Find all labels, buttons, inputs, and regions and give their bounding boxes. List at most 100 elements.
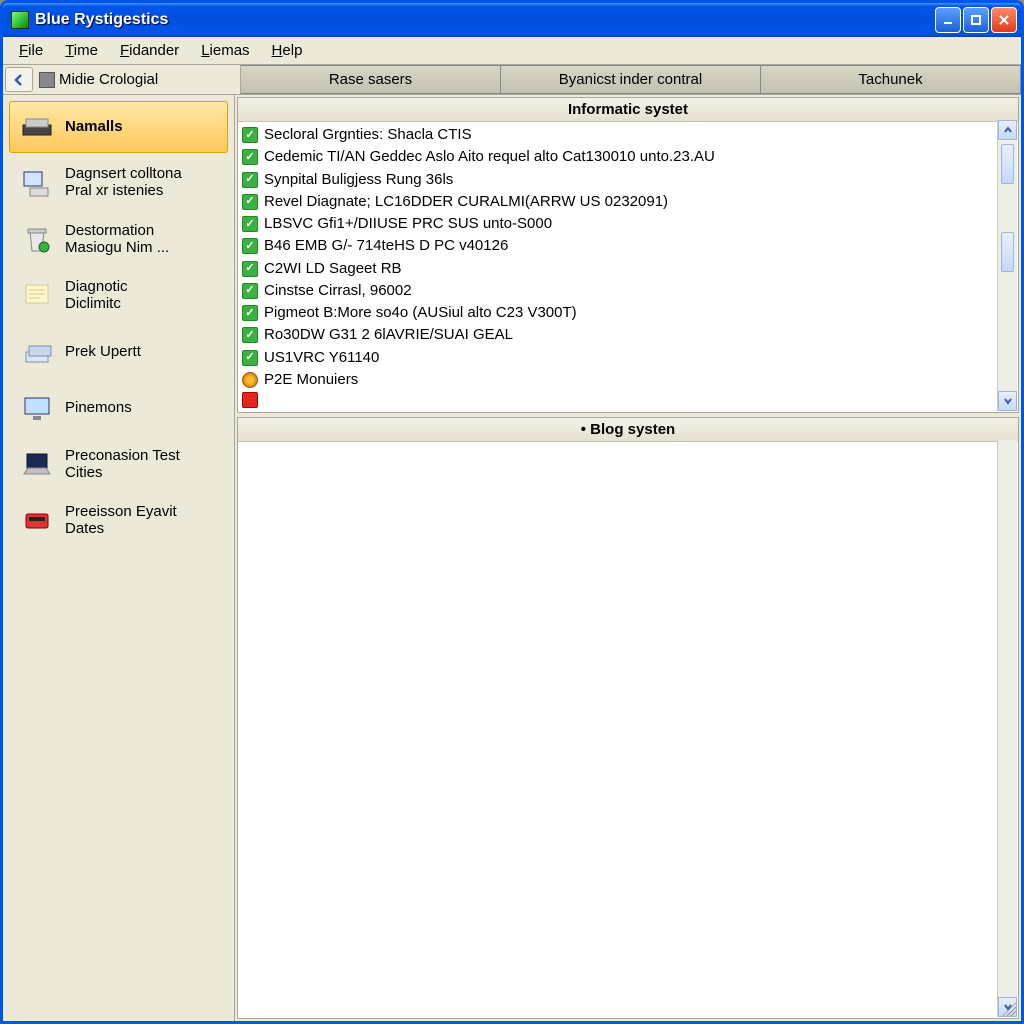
- menu-fidander[interactable]: Fidander: [110, 39, 189, 62]
- info-list[interactable]: Secloral Grgnties: Shacla CTISCedemic TI…: [238, 122, 1018, 412]
- scroll-thumb[interactable]: [1001, 144, 1014, 184]
- tab-tachunek[interactable]: Tachunek: [761, 65, 1021, 94]
- panel-top-title: Informatic systet: [238, 98, 1018, 122]
- check-icon: [242, 305, 258, 321]
- check-icon: [242, 172, 258, 188]
- window-controls: [935, 7, 1017, 33]
- list-item[interactable]: Cedemic TI/AN Geddec Aslo Aito requel al…: [242, 146, 1014, 168]
- bin-icon: [19, 222, 55, 256]
- check-icon: [242, 283, 258, 299]
- breadcrumb[interactable]: Midie Crologial: [35, 65, 241, 94]
- scroll-up-button[interactable]: [998, 120, 1017, 140]
- menu-help[interactable]: Help: [262, 39, 313, 62]
- nav-row: Midie Crologial Rase sasersByanicst inde…: [3, 65, 1021, 95]
- list-item[interactable]: Secloral Grgnties: Shacla CTIS: [242, 124, 1014, 146]
- scroll-down-button[interactable]: [998, 391, 1017, 411]
- list-item[interactable]: B46 EMB G/- 714teHS D PC v40126: [242, 235, 1014, 257]
- maximize-button[interactable]: [963, 7, 989, 33]
- check-icon: [242, 216, 258, 232]
- sidebar-item-destormation[interactable]: DestormationMasiogu Nim ...: [9, 212, 228, 267]
- sidebar-item-label: Preconasion TestCities: [65, 447, 218, 482]
- back-button[interactable]: [5, 67, 33, 92]
- tab-rase-sasers[interactable]: Rase sasers: [241, 65, 501, 94]
- panel-bottom: • Blog systen: [237, 417, 1019, 1019]
- list-item[interactable]: C2WI LD Sageet RB: [242, 258, 1014, 280]
- list-item[interactable]: P2E Monuiers: [242, 369, 1014, 391]
- check-icon: [242, 350, 258, 366]
- tabs-bar: Rase sasersByanicst inder contralTachune…: [241, 65, 1021, 94]
- close-button[interactable]: [991, 7, 1017, 33]
- sidebar-item-diagnotic[interactable]: DiagnoticDiclimitc: [9, 268, 228, 323]
- window-title: Blue Rystigestics: [35, 11, 935, 29]
- sidebar-item-pinemons[interactable]: Pinemons: [9, 381, 228, 435]
- sidebar-item-namalls[interactable]: Namalls: [9, 101, 228, 153]
- body: Namalls Dagnsert colltonaPral xr istenies…: [3, 95, 1021, 1021]
- error-icon: [242, 392, 258, 408]
- device-icon: [19, 503, 55, 537]
- check-icon: [242, 261, 258, 277]
- list-item[interactable]: Ro30DW G31 2 6lAVRIE/SUAI GEAL: [242, 324, 1014, 346]
- list-item[interactable]: Synpital Buligjess Rung 36ls: [242, 169, 1014, 191]
- sidebar-item-label: Preeisson EyavitDates: [65, 503, 218, 538]
- panel-bottom-title: • Blog systen: [238, 418, 1018, 442]
- list-item-text: Synpital Buligjess Rung 36ls: [264, 170, 453, 190]
- breadcrumb-label: Midie Crologial: [59, 71, 158, 88]
- menu-time[interactable]: Time: [55, 39, 108, 62]
- menu-file[interactable]: File: [9, 39, 53, 62]
- list-item-text: Cedemic TI/AN Geddec Aslo Aito requel al…: [264, 147, 715, 167]
- main-area: Informatic systet Secloral Grgnties: Sha…: [235, 95, 1021, 1021]
- app-icon: [11, 11, 29, 29]
- tab-byanicst-inder-contral[interactable]: Byanicst inder contral: [501, 65, 761, 94]
- pc-icon: [19, 165, 55, 199]
- list-item-text: B46 EMB G/- 714teHS D PC v40126: [264, 236, 508, 256]
- panel-top: Informatic systet Secloral Grgnties: Sha…: [237, 97, 1019, 413]
- sidebar-item-label: Dagnsert colltonaPral xr istenies: [65, 165, 218, 200]
- scrollbar[interactable]: [997, 440, 1017, 1017]
- list-item-text: Ro30DW G31 2 6lAVRIE/SUAI GEAL: [264, 325, 513, 345]
- list-item[interactable]: US1VRC Y61140: [242, 347, 1014, 369]
- scroll-thumb[interactable]: [1001, 232, 1014, 272]
- stack-icon: [19, 335, 55, 369]
- check-icon: [242, 149, 258, 165]
- check-icon: [242, 194, 258, 210]
- list-item-text: LBSVC Gfi1+/DIIUSE PRC SUS unto-S000: [264, 214, 552, 234]
- sidebar: Namalls Dagnsert colltonaPral xr istenies…: [3, 95, 235, 1021]
- title-bar: Blue Rystigestics: [3, 3, 1021, 37]
- warning-icon: [242, 372, 258, 388]
- minimize-button[interactable]: [935, 7, 961, 33]
- list-item[interactable]: Cinstse Cirrasl, 96002: [242, 280, 1014, 302]
- sidebar-item-label: Prek Upertt: [65, 343, 218, 360]
- resize-grip[interactable]: [1002, 1002, 1016, 1016]
- sidebar-item-preeisson-eyavit[interactable]: Preeisson EyavitDates: [9, 493, 228, 548]
- monitor-icon: [19, 391, 55, 425]
- list-item[interactable]: [242, 391, 1014, 409]
- scrollbar[interactable]: [997, 120, 1017, 411]
- sidebar-item-dagnsert-colltona[interactable]: Dagnsert colltonaPral xr istenies: [9, 155, 228, 210]
- scanner-icon: [19, 110, 55, 144]
- sidebar-item-label: Pinemons: [65, 399, 218, 416]
- list-item[interactable]: LBSVC Gfi1+/DIIUSE PRC SUS unto-S000: [242, 213, 1014, 235]
- sidebar-item-label: Namalls: [65, 118, 218, 135]
- list-item[interactable]: Revel Diagnate; LC16DDER CURALMI(ARRW US…: [242, 191, 1014, 213]
- list-item-text: Cinstse Cirrasl, 96002: [264, 281, 412, 301]
- breadcrumb-icon: [39, 72, 55, 88]
- laptop-icon: [19, 447, 55, 481]
- check-icon: [242, 238, 258, 254]
- check-icon: [242, 127, 258, 143]
- menu-bar: FileTimeFidanderLiemasHelp: [3, 37, 1021, 65]
- app-window: Blue Rystigestics FileTimeFidanderLiemas…: [0, 0, 1024, 1024]
- note-icon: [19, 278, 55, 312]
- list-item-text: C2WI LD Sageet RB: [264, 259, 402, 279]
- sidebar-item-label: DiagnoticDiclimitc: [65, 278, 218, 313]
- check-icon: [242, 327, 258, 343]
- list-item-text: P2E Monuiers: [264, 370, 358, 390]
- sidebar-item-label: DestormationMasiogu Nim ...: [65, 222, 218, 257]
- sidebar-item-preconasion-test[interactable]: Preconasion TestCities: [9, 437, 228, 492]
- sidebar-item-prek-upertt[interactable]: Prek Upertt: [9, 325, 228, 379]
- list-item-text: US1VRC Y61140: [264, 348, 379, 368]
- list-item-text: Revel Diagnate; LC16DDER CURALMI(ARRW US…: [264, 192, 668, 212]
- menu-liemas[interactable]: Liemas: [191, 39, 259, 62]
- list-item[interactable]: Pigmeot B:More so4o (AUSiul alto C23 V30…: [242, 302, 1014, 324]
- list-item-text: Secloral Grgnties: Shacla CTIS: [264, 125, 472, 145]
- panel-bottom-body: [238, 442, 1018, 1018]
